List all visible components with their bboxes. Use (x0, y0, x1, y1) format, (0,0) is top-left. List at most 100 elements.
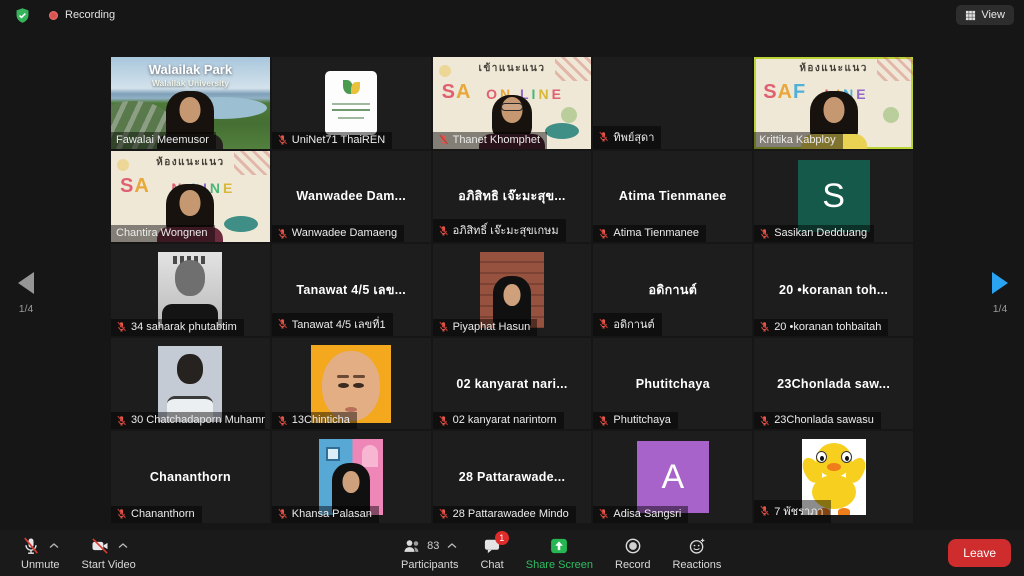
record-label: Record (615, 559, 650, 571)
tile-apisit[interactable]: อภิสิทธิ เจ๊ะมะสุข... อภิสิทธิ์ เจ๊ะมะสุ… (433, 151, 592, 243)
next-page-arrow-icon[interactable] (992, 272, 1008, 294)
face (503, 284, 520, 306)
chevron-up-icon[interactable] (118, 543, 128, 549)
glasses (501, 103, 523, 111)
name-label: อภิสิทธิ์ เจ๊ะมะสุขเกษม (433, 219, 566, 242)
muted-mic-icon (598, 131, 609, 142)
muted-mic-icon (598, 228, 609, 239)
participant-name: 13Chinticha (292, 414, 350, 426)
photo-avatar (480, 252, 544, 328)
tile-chantira-wongnen[interactable]: ห้องแนะแนว SA N LINE Chantira Wongnen (111, 151, 270, 243)
tile-fawalai-meemusor[interactable]: Walailak Park Walailak University Fawala… (111, 57, 270, 149)
unmute-button[interactable]: Unmute (10, 532, 71, 575)
participant-name: 30 Chatchadaporn Muhammad (131, 414, 265, 426)
photo-avatar (319, 439, 383, 515)
chat-button[interactable]: 1 Chat (469, 532, 514, 575)
name-label: Adisa Sangsri (593, 506, 688, 523)
muted-mic-icon (116, 415, 127, 426)
tile-adikan[interactable]: อดิกานต์ อดิกานต์ (593, 244, 752, 336)
zoom-meeting-window: Recording View Walailak Park Walailak Un… (0, 0, 1024, 576)
tile-adisa-sangsri[interactable]: A Adisa Sangsri (593, 431, 752, 523)
participant-name: Tanawat 4/5 เลขที่1 (292, 315, 386, 333)
display-name: อดิกานต์ (648, 280, 697, 300)
letter-avatar: S (798, 160, 870, 232)
tile-khansa-palasan[interactable]: Khansa Palasan (272, 431, 431, 523)
name-label: Tanawat 4/5 เลขที่1 (272, 313, 393, 336)
eye (338, 383, 349, 388)
leave-button[interactable]: Leave (948, 539, 1011, 567)
muted-mic-icon (277, 228, 288, 239)
window (326, 447, 340, 461)
tile-sasikan-dedduang[interactable]: S Sasikan Dedduang (754, 151, 913, 243)
next-page-nav: 1/4 (982, 272, 1018, 315)
display-name: Atima Tienmanee (619, 189, 727, 203)
muted-mic-icon (759, 415, 770, 426)
tile-pattarawadee-mindo[interactable]: 28 Pattarawade... 28 Pattarawadee Mindo (433, 431, 592, 523)
view-button[interactable]: View (956, 5, 1014, 25)
muted-mic-icon (438, 225, 449, 236)
participant-grid: Walailak Park Walailak University Fawala… (111, 57, 913, 523)
tile-wanwadee-damaeng[interactable]: Wanwadee Dam... Wanwadee Damaeng (272, 151, 431, 243)
tile-koranan-tohbaitah[interactable]: 20 •koranan toh... 20 •koranan tohbaitah (754, 244, 913, 336)
logo-leaf-yellow (351, 82, 360, 94)
tile-chananthorn[interactable]: Chananthorn Chananthorn (111, 431, 270, 523)
participant-name: อภิสิทธิ์ เจ๊ะมะสุขเกษม (453, 221, 559, 239)
tile-saharak-phutabtim[interactable]: 34 saharak phutabtim (111, 244, 270, 336)
hair (177, 354, 203, 384)
name-label: Atima Tienmanee (593, 225, 706, 242)
record-button[interactable]: Record (604, 532, 661, 575)
tile-uninet71-thairen[interactable]: UniNet71 ThaiREN (272, 57, 431, 149)
top-bar: Recording View (0, 0, 1024, 30)
recording-indicator: Recording (49, 9, 115, 21)
tile-chonlada-sawasu[interactable]: 23Chonlada saw... 23Chonlada sawasu (754, 338, 913, 430)
participants-button[interactable]: 83 Participants (390, 532, 469, 575)
security-shield-icon[interactable] (14, 7, 31, 24)
tile-kanyarat-narintorn[interactable]: 02 kanyarat nari... 02 kanyarat narintor… (433, 338, 592, 430)
duck-pupil (845, 456, 849, 461)
participant-name: Adisa Sangsri (613, 508, 681, 520)
participant-name: 34 saharak phutabtim (131, 321, 237, 333)
tile-krittika-kabploy[interactable]: ห้องแนะแนว SAF LINE Krittika Kabploy (754, 57, 913, 149)
participants-label: Participants (401, 559, 458, 571)
reactions-button[interactable]: Reactions (661, 532, 732, 575)
tile-piyaphat-hasun[interactable]: Piyaphat Hasun (433, 244, 592, 336)
chevron-up-icon[interactable] (49, 543, 59, 549)
recording-label: Recording (65, 9, 115, 21)
muted-mic-icon (116, 321, 127, 332)
previous-page-arrow-icon[interactable] (18, 272, 34, 294)
face (180, 97, 201, 123)
face (343, 471, 360, 493)
participant-name: Chananthorn (131, 508, 195, 520)
tile-atima-tienmanee[interactable]: Atima Tienmanee Atima Tienmanee (593, 151, 752, 243)
participant-name: อดิกานต์ (613, 315, 654, 333)
participant-name: Fawalai Meemusor (116, 134, 209, 146)
participant-name: 20 •koranan tohbaitah (774, 321, 881, 333)
tile-phatcharapa[interactable]: 7 พัชราภา (754, 431, 913, 523)
muted-mic-icon (598, 318, 609, 329)
muted-mic-icon (759, 505, 770, 516)
banner-thai-title: ห้องแนะแนว (111, 155, 270, 170)
tile-phutitchaya[interactable]: Phutitchaya Phutitchaya (593, 338, 752, 430)
duck-beak (827, 463, 841, 471)
toolbar-left-group: Unmute Start Video (10, 532, 147, 575)
start-video-button[interactable]: Start Video (71, 532, 147, 575)
recording-dot-icon (49, 11, 58, 20)
muted-mic-icon (759, 228, 770, 239)
name-label: 28 Pattarawadee Mindo (433, 506, 576, 523)
name-label: 30 Chatchadaporn Muhammad (111, 412, 265, 429)
name-label: Thanet Khomphet (433, 132, 547, 149)
chevron-up-icon[interactable] (447, 543, 457, 549)
name-label: Piyaphat Hasun (433, 319, 538, 336)
view-button-label: View (981, 9, 1005, 21)
video-off-icon (90, 536, 110, 556)
tile-tanawat[interactable]: Tanawat 4/5 เลข... Tanawat 4/5 เลขที่1 (272, 244, 431, 336)
participant-name: 7 พัชราภา (774, 502, 823, 520)
participant-name: UniNet71 ThaiREN (292, 134, 385, 146)
tile-thanet-khomphet[interactable]: เข้าแนะแนว SA ON LINE Thanet Khomphet (433, 57, 592, 149)
toolbar-center-group: 83 Participants 1 Chat Share Screen (390, 532, 732, 575)
tile-thipsuda[interactable]: ทิพย์สุดา (593, 57, 752, 149)
tile-chinticha[interactable]: 13Chinticha (272, 338, 431, 430)
tile-chatchadaporn-muhammad[interactable]: 30 Chatchadaporn Muhammad (111, 338, 270, 430)
eyebrow (353, 375, 365, 378)
share-screen-button[interactable]: Share Screen (515, 532, 604, 575)
